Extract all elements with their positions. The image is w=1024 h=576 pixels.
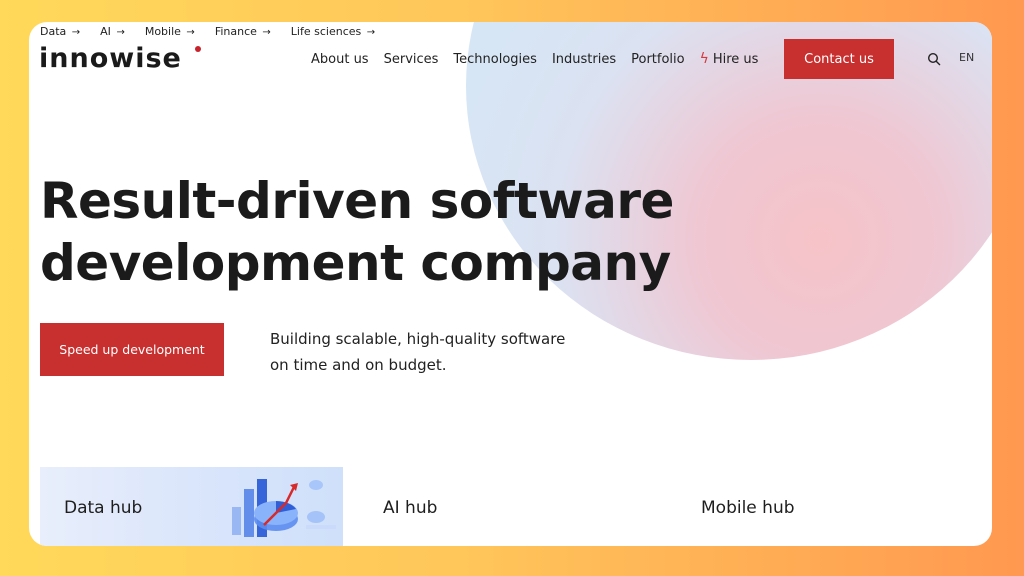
browser-frame: Data → AI → Mobile → Finance → Life scie…: [29, 22, 992, 546]
data-hub-card[interactable]: Data hub: [40, 467, 343, 546]
hero-title-line-1: Result-driven software: [40, 172, 674, 230]
hero-subtitle: Building scalable, high-quality software…: [270, 326, 565, 378]
nav-industries[interactable]: Industries: [552, 52, 616, 67]
topnav-mobile[interactable]: Mobile →: [145, 25, 195, 38]
hero-title: Result-driven software development compa…: [40, 170, 674, 294]
nav-services[interactable]: Services: [384, 52, 439, 67]
data-hub-label: Data hub: [64, 498, 143, 518]
nav-hire-us[interactable]: ϟ Hire us: [700, 51, 759, 67]
topnav-finance[interactable]: Finance →: [215, 25, 271, 38]
ai-hub-card[interactable]: AI hub: [359, 467, 659, 546]
hero-subtitle-line-2: on time and on budget.: [270, 356, 447, 374]
nav-technologies[interactable]: Technologies: [453, 52, 537, 67]
logo[interactable]: innowise: [39, 43, 182, 74]
main-nav: About us Services Technologies Industrie…: [311, 51, 773, 67]
speed-up-development-button[interactable]: Speed up development: [40, 323, 224, 376]
lightning-icon: ϟ: [699, 51, 709, 67]
search-icon[interactable]: [927, 52, 941, 66]
hero-subtitle-line-1: Building scalable, high-quality software: [270, 330, 566, 348]
nav-hire-us-label: Hire us: [712, 52, 759, 67]
mobile-hub-card[interactable]: Mobile hub: [677, 467, 977, 546]
top-nav: Data → AI → Mobile → Finance → Life scie…: [40, 25, 375, 38]
mobile-hub-label: Mobile hub: [701, 498, 795, 518]
topnav-data[interactable]: Data →: [40, 25, 80, 38]
contact-us-button[interactable]: Contact us: [784, 39, 894, 79]
nav-portfolio[interactable]: Portfolio: [631, 52, 684, 67]
ai-hub-label: AI hub: [383, 498, 438, 518]
topnav-ai[interactable]: AI →: [100, 25, 125, 38]
logo-dot: [195, 46, 201, 52]
topnav-life-sciences[interactable]: Life sciences →: [291, 25, 375, 38]
language-selector[interactable]: EN: [959, 51, 974, 64]
data-chart-illustration: [232, 479, 336, 537]
hero-title-line-2: development company: [40, 234, 671, 292]
nav-about-us[interactable]: About us: [311, 52, 369, 67]
